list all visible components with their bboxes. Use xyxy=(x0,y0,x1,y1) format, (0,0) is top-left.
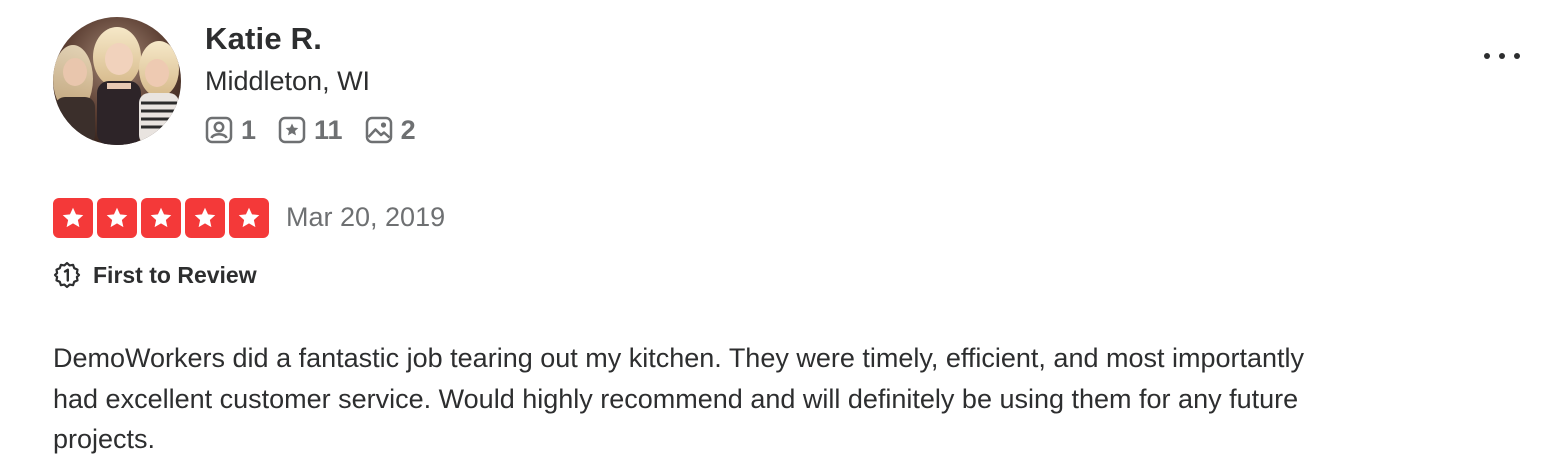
more-dots-icon xyxy=(1482,47,1522,65)
photos-count: 2 xyxy=(400,115,416,145)
friends-count: 1 xyxy=(241,115,257,145)
review-date: Mar 20, 2019 xyxy=(286,202,446,232)
rating-star xyxy=(185,198,225,238)
more-options-button[interactable] xyxy=(1478,40,1526,72)
rating-star xyxy=(229,198,269,238)
reviews-count: 11 xyxy=(314,115,343,145)
user-stats: 1 11 2 xyxy=(205,112,438,148)
friends-icon xyxy=(205,116,241,144)
star-icon xyxy=(194,207,216,228)
star-icon xyxy=(106,207,128,228)
star-icon xyxy=(62,207,84,228)
rating-star xyxy=(141,198,181,238)
rating-star xyxy=(53,198,93,238)
badge-label: First to Review xyxy=(93,262,257,288)
review-star-icon xyxy=(278,116,314,144)
user-name[interactable]: Katie R. xyxy=(205,20,322,58)
first-to-review-icon xyxy=(53,261,93,289)
avatar[interactable] xyxy=(53,17,181,145)
photo-icon xyxy=(365,116,401,144)
rating-star xyxy=(97,198,137,238)
first-to-review-badge[interactable]: First to Review xyxy=(53,260,257,290)
review-text: DemoWorkers did a fantastic job tearing … xyxy=(53,343,1305,454)
stat-friends: 1 xyxy=(205,113,256,147)
star-icon xyxy=(238,207,260,228)
stat-reviews: 11 xyxy=(278,113,343,147)
review-card: Katie R. Middleton, WI 1 11 2 Mar 20, 20… xyxy=(0,0,1560,474)
stat-photos: 2 xyxy=(365,113,416,147)
star-icon xyxy=(150,207,172,228)
user-location: Middleton, WI xyxy=(205,66,371,96)
star-rating xyxy=(53,198,273,238)
